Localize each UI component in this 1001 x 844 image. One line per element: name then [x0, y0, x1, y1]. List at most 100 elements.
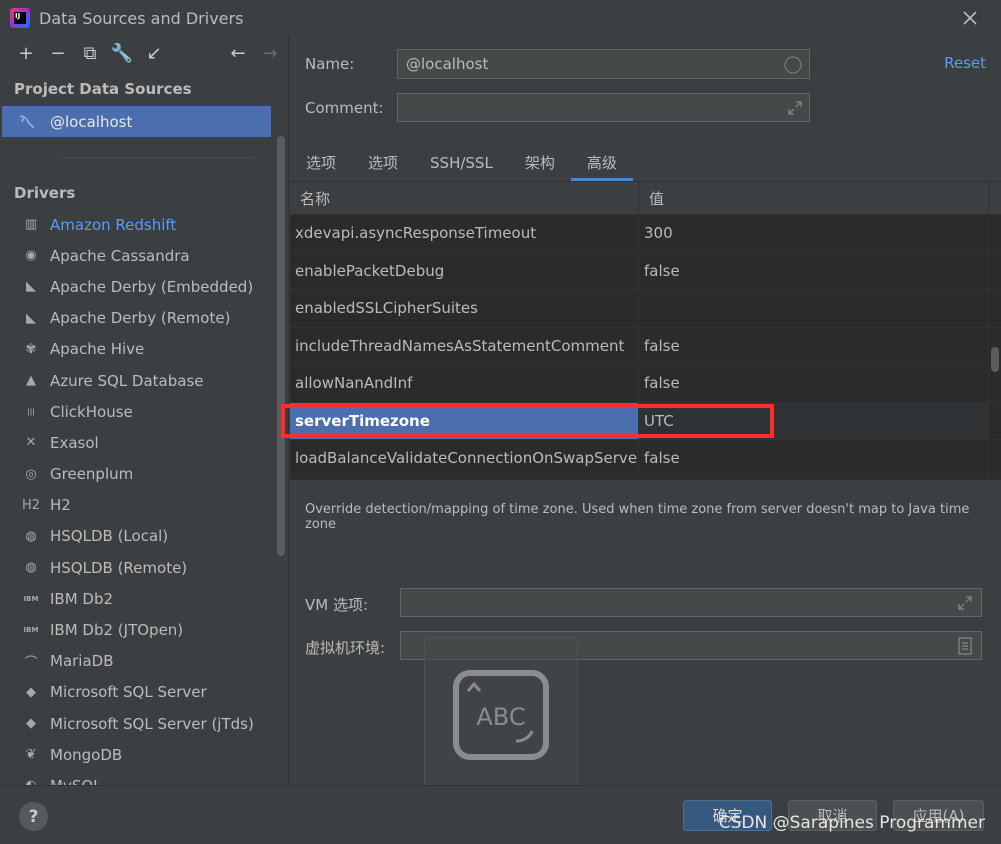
table-body: xdevapi.asyncResponseTimeout 300 enablePac… — [290, 215, 1001, 480]
table-row[interactable]: serverTimezone UTC — [290, 402, 1001, 440]
document-icon[interactable] — [957, 637, 973, 655]
data-source-localhost[interactable]: @localhost — [2, 106, 271, 137]
comment-label: Comment: — [305, 99, 384, 117]
driver-item[interactable]: ◣ Apache Derby (Remote) — [0, 303, 275, 334]
wrench-button[interactable]: 🔧 — [106, 38, 138, 68]
property-value-cell[interactable]: false — [639, 327, 989, 364]
driver-label: HSQLDB (Remote) — [50, 558, 188, 577]
driver-item[interactable]: H2 H2 — [0, 490, 275, 521]
table-row[interactable]: includeThreadNamesAsStatementComment fals… — [290, 327, 1001, 365]
sidebar-divider — [60, 157, 255, 158]
driver-icon: ◣ — [26, 279, 36, 295]
driver-label: Greenplum — [50, 465, 134, 484]
driver-item[interactable]: ◍ HSQLDB (Local) — [0, 521, 275, 552]
driver-item[interactable]: ◐ MySQL — [0, 770, 275, 785]
property-name-cell[interactable]: serverTimezone — [290, 402, 639, 439]
driver-label: MySQL — [50, 777, 102, 785]
table-row[interactable]: enabledSSLCipherSuites — [290, 290, 1001, 328]
help-button[interactable]: ? — [19, 802, 48, 831]
property-value-cell[interactable]: UTC — [639, 402, 989, 439]
expand-icon[interactable] — [787, 100, 803, 116]
add-button[interactable]: + — [10, 38, 42, 68]
property-value-cell[interactable] — [639, 290, 989, 327]
driver-label: Apache Derby (Embedded) — [50, 277, 254, 296]
column-header-value[interactable]: 值 — [639, 182, 989, 214]
driver-item[interactable]: ◣ Apache Derby (Embedded) — [0, 271, 275, 302]
import-icon: ↙ — [146, 42, 162, 64]
property-name-cell[interactable]: enabledSSLCipherSuites — [290, 290, 639, 327]
property-value-cell[interactable]: false — [639, 440, 989, 477]
reset-link[interactable]: Reset — [944, 54, 986, 72]
driver-icon: ◣ — [26, 310, 36, 326]
data-source-label: @localhost — [50, 112, 133, 131]
tab-2[interactable]: SSH/SSL — [414, 144, 509, 181]
table-row[interactable]: allowNanAndInf false — [290, 365, 1001, 403]
driver-item[interactable]: ✕ Exasol — [0, 427, 275, 458]
driver-item[interactable]: ⌒ MariaDB — [0, 646, 275, 677]
driver-item[interactable]: ❦ MongoDB — [0, 739, 275, 770]
property-value-cell[interactable] — [639, 477, 989, 480]
column-header-name[interactable]: 名称 — [290, 182, 639, 214]
close-button[interactable] — [959, 7, 981, 29]
driver-label: MongoDB — [50, 745, 123, 764]
remove-button[interactable]: − — [42, 38, 74, 68]
table-row[interactable] — [290, 477, 1001, 480]
table-scrollbar[interactable] — [991, 347, 999, 372]
duplicate-icon: ⧉ — [83, 42, 97, 64]
drivers-list: ▥ Amazon Redshift ◉ Apache Cassandra ◣ Apache… — [0, 209, 275, 785]
expand-icon[interactable] — [957, 595, 973, 611]
driver-item[interactable]: ◆ Microsoft SQL Server — [0, 677, 275, 708]
main-panel: Name: @localhost Reset Comment: 选项 选项 SSH/… — [290, 36, 1001, 785]
import-button[interactable]: ↙ — [138, 38, 170, 68]
driver-icon: ✾ — [25, 341, 37, 357]
vm-options-field[interactable] — [400, 588, 982, 617]
close-icon — [963, 11, 977, 25]
property-value-cell[interactable]: 300 — [639, 215, 989, 252]
sidebar-scrollbar[interactable] — [277, 136, 285, 556]
driver-icon: ⌒ — [24, 655, 38, 671]
driver-item[interactable]: ||| ClickHouse — [0, 396, 275, 427]
property-name-cell[interactable]: includeThreadNamesAsStatementComment — [290, 327, 639, 364]
forward-icon: → — [262, 42, 278, 64]
property-value-cell[interactable]: false — [639, 365, 989, 402]
app-icon-text: IJ — [14, 12, 26, 24]
driver-label: MariaDB — [50, 652, 114, 671]
driver-item[interactable]: ◆ Microsoft SQL Server (jTds) — [0, 708, 275, 739]
driver-item[interactable]: ◍ HSQLDB (Remote) — [0, 552, 275, 583]
property-name-cell[interactable]: allowNanAndInf — [290, 365, 639, 402]
driver-icon: ◐ — [22, 777, 40, 785]
color-circle-icon[interactable] — [783, 55, 803, 75]
driver-item[interactable]: ▥ Amazon Redshift — [0, 209, 275, 240]
driver-item[interactable]: IBM IBM Db2 — [0, 583, 275, 614]
driver-label: Exasol — [50, 433, 99, 452]
sidebar-toolbar: + − ⧉ 🔧 ↙ ← → — [0, 36, 288, 70]
mysql-dolphin-icon — [19, 114, 35, 129]
property-name-cell[interactable]: enablePacketDebug — [290, 252, 639, 289]
name-field[interactable]: @localhost — [397, 49, 810, 79]
driver-item[interactable]: ◎ Greenplum — [0, 459, 275, 490]
forward-button[interactable]: → — [254, 38, 286, 68]
property-name-cell[interactable]: loadBalanceValidateConnectionOnSwapServe… — [290, 440, 639, 477]
table-row[interactable]: loadBalanceValidateConnectionOnSwapServe… — [290, 440, 1001, 478]
tab-3[interactable]: 架构 — [509, 144, 571, 181]
back-button[interactable]: ← — [222, 38, 254, 68]
property-name-cell[interactable] — [290, 477, 639, 480]
tab-1[interactable]: 选项 — [352, 144, 414, 181]
driver-label: Apache Derby (Remote) — [50, 309, 231, 328]
driver-item[interactable]: ▲ Azure SQL Database — [0, 365, 275, 396]
comment-field[interactable] — [397, 93, 810, 122]
driver-item[interactable]: IBM IBM Db2 (JTOpen) — [0, 614, 275, 645]
tab-0[interactable]: 选项 — [290, 144, 352, 181]
sidebar: + − ⧉ 🔧 ↙ ← → Project Data Sources @localhost … — [0, 36, 289, 785]
table-row[interactable]: enablePacketDebug false — [290, 252, 1001, 290]
property-value-cell[interactable]: false — [639, 252, 989, 289]
duplicate-button[interactable]: ⧉ — [74, 38, 106, 68]
properties-table: 名称 值 xdevapi.asyncResponseTimeout 300 enab… — [290, 181, 1001, 480]
table-row[interactable]: xdevapi.asyncResponseTimeout 300 — [290, 215, 1001, 253]
driver-item[interactable]: ◉ Apache Cassandra — [0, 240, 275, 271]
tab-4[interactable]: 高级 — [570, 144, 633, 181]
property-name-cell[interactable]: xdevapi.asyncResponseTimeout — [290, 215, 639, 252]
driver-icon: ||| — [27, 407, 35, 416]
wrench-icon: 🔧 — [110, 42, 134, 64]
driver-item[interactable]: ✾ Apache Hive — [0, 334, 275, 365]
